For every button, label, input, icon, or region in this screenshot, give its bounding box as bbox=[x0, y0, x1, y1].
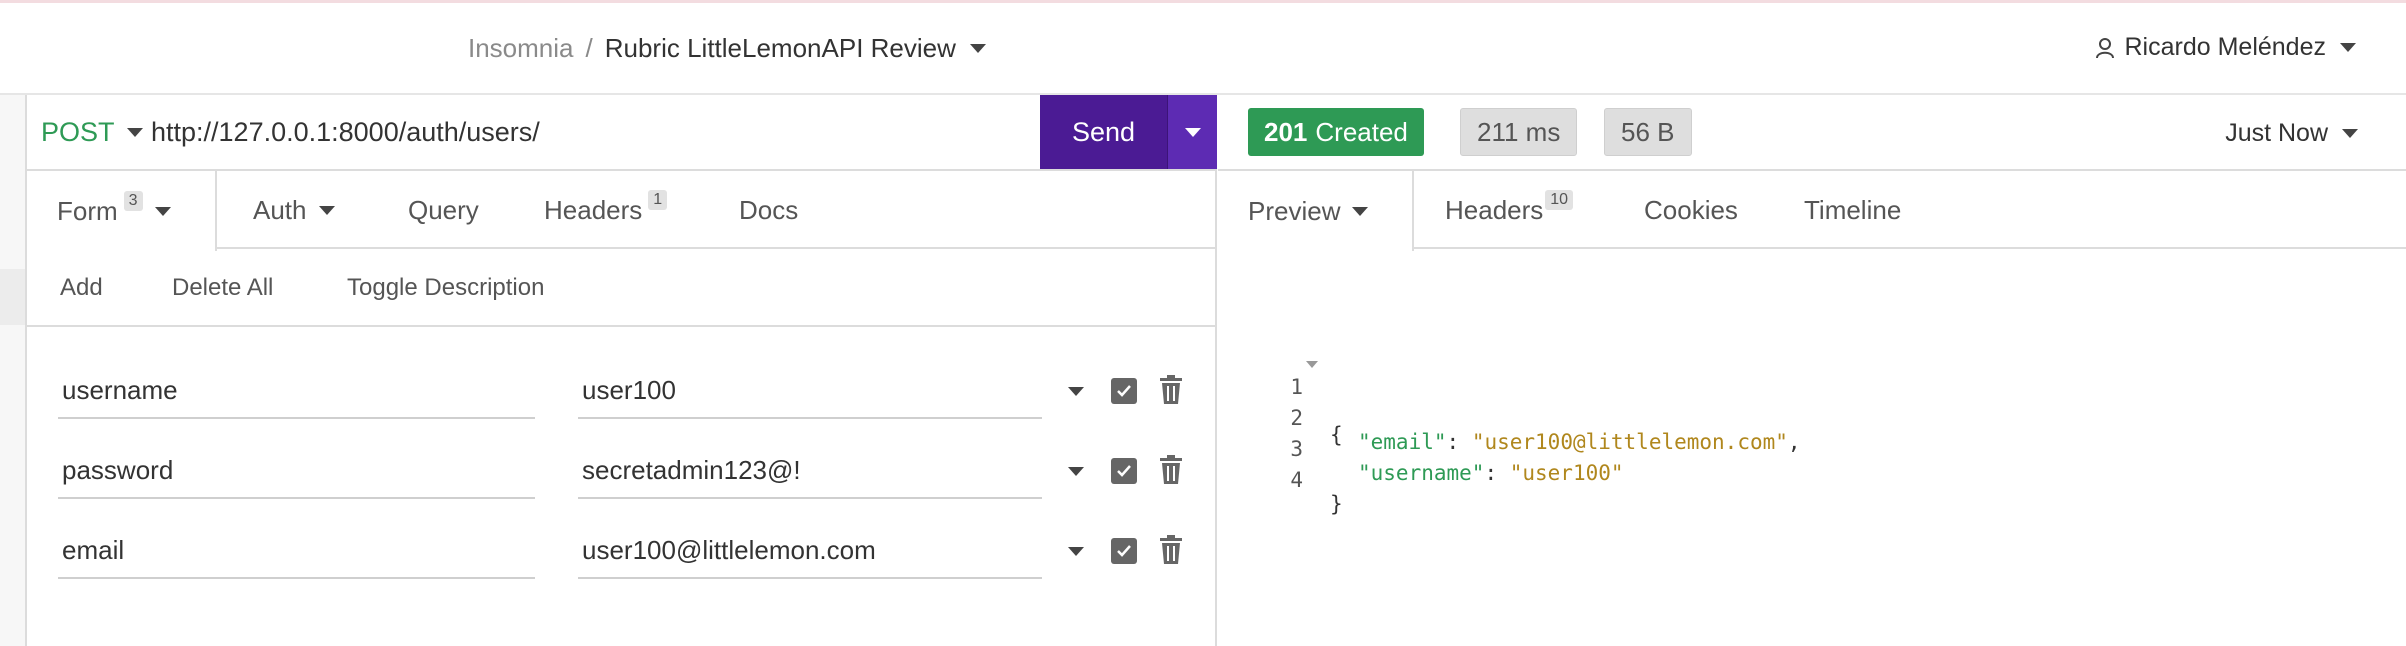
status-badge: 201 Created bbox=[1248, 108, 1424, 156]
workspace-dropdown-icon[interactable] bbox=[969, 44, 986, 53]
url-bar: POST http://127.0.0.1:8000/auth/users/ S… bbox=[27, 95, 1217, 171]
toggle-description-button[interactable]: Toggle Description bbox=[347, 274, 544, 302]
form-row: password secretadmin123@! bbox=[27, 437, 1217, 517]
tab-auth-label: Auth bbox=[253, 194, 307, 225]
chevron-down-icon bbox=[318, 205, 335, 215]
method-label: POST bbox=[41, 117, 115, 147]
code-line: 4 } bbox=[1218, 444, 1342, 516]
user-name: Ricardo Meléndez bbox=[2124, 33, 2327, 61]
response-status-bar: 201 Created 211 ms 56 B Just Now bbox=[1218, 95, 2406, 171]
chevron-down-icon bbox=[2342, 129, 2358, 138]
tab-preview[interactable]: Preview bbox=[1218, 171, 1414, 251]
user-icon bbox=[2095, 37, 2114, 58]
user-dropdown-icon[interactable] bbox=[2340, 43, 2356, 52]
param-type-dropdown-icon[interactable] bbox=[1068, 387, 1084, 396]
param-enabled-checkbox[interactable] bbox=[1111, 458, 1137, 484]
code-line: 2 "email": "user100@littlelemon.com", bbox=[1218, 382, 1800, 454]
check-icon bbox=[1117, 545, 1131, 557]
tab-preview-label: Preview bbox=[1248, 195, 1341, 226]
json-colon: : bbox=[1446, 430, 1472, 454]
delete-param-icon[interactable] bbox=[1159, 455, 1183, 485]
param-value-input[interactable]: secretadmin123@! bbox=[578, 437, 1042, 499]
method-dropdown-icon bbox=[126, 128, 143, 137]
tab-headers-label: Headers bbox=[544, 194, 643, 225]
tab-timeline[interactable]: Timeline bbox=[1804, 171, 1901, 249]
form-row: email user100@littlelemon.com bbox=[27, 517, 1217, 597]
tab-form[interactable]: Form 3 bbox=[27, 171, 217, 251]
param-name-input[interactable]: username bbox=[58, 357, 535, 419]
param-value-input[interactable]: user100@littlelemon.com bbox=[578, 517, 1042, 579]
breadcrumb-app[interactable]: Insomnia bbox=[468, 33, 574, 64]
tab-auth[interactable]: Auth bbox=[253, 171, 335, 249]
json-brace: } bbox=[1330, 492, 1343, 516]
form-actions: Add Delete All Toggle Description bbox=[27, 249, 1217, 327]
chevron-down-icon bbox=[1184, 127, 1201, 137]
request-pane: POST http://127.0.0.1:8000/auth/users/ S… bbox=[27, 95, 1217, 646]
param-value-input[interactable]: user100 bbox=[578, 357, 1042, 419]
user-menu[interactable]: Ricardo Meléndez bbox=[2095, 33, 2356, 62]
tab-response-headers-label: Headers bbox=[1445, 194, 1544, 225]
sidebar-gutter bbox=[0, 95, 27, 646]
url-input[interactable]: http://127.0.0.1:8000/auth/users/ bbox=[151, 117, 540, 148]
tab-headers[interactable]: Headers 1 bbox=[544, 171, 668, 249]
check-icon bbox=[1117, 465, 1131, 477]
delete-param-icon[interactable] bbox=[1159, 535, 1183, 565]
response-pane: 201 Created 211 ms 56 B Just Now Preview… bbox=[1218, 95, 2406, 646]
response-tabs: Preview Headers 10 Cookies Timeline bbox=[1218, 171, 2406, 251]
json-string: "user100@littlelemon.com" bbox=[1471, 430, 1788, 454]
json-brace: { bbox=[1330, 423, 1343, 447]
response-history-dropdown[interactable]: Just Now bbox=[2225, 119, 2358, 148]
add-param-button[interactable]: Add bbox=[60, 274, 103, 302]
param-name-input[interactable]: password bbox=[58, 437, 535, 499]
json-colon: : bbox=[1484, 461, 1510, 485]
form-row: username user100 bbox=[27, 357, 1217, 437]
workspace-name[interactable]: Rubric LittleLemonAPI Review bbox=[605, 33, 956, 64]
status-text: Created bbox=[1315, 116, 1408, 147]
tab-response-headers-badge: 10 bbox=[1545, 190, 1574, 210]
json-comma: , bbox=[1787, 430, 1801, 454]
tab-headers-badge: 1 bbox=[648, 190, 668, 210]
breadcrumb-separator: / bbox=[585, 33, 593, 63]
request-tabs: Form 3 Auth Query Headers 1 Docs bbox=[27, 171, 1217, 251]
tab-cookies-label: Cookies bbox=[1644, 194, 1738, 225]
param-type-dropdown-icon[interactable] bbox=[1068, 467, 1084, 476]
send-button[interactable]: Send bbox=[1040, 95, 1167, 169]
chevron-down-icon bbox=[154, 206, 171, 216]
breadcrumb: Insomnia / Rubric LittleLemonAPI Review bbox=[468, 33, 986, 64]
param-type-dropdown-icon[interactable] bbox=[1068, 547, 1084, 556]
delete-all-button[interactable]: Delete All bbox=[172, 274, 273, 302]
tab-query-label: Query bbox=[408, 194, 479, 225]
chevron-down-icon bbox=[1352, 206, 1369, 216]
param-name-input[interactable]: email bbox=[58, 517, 535, 579]
send-options-button[interactable] bbox=[1167, 95, 1217, 169]
check-icon bbox=[1117, 385, 1131, 397]
json-key: "email" bbox=[1358, 430, 1447, 454]
method-selector[interactable]: POST bbox=[41, 117, 143, 148]
tab-form-badge: 3 bbox=[123, 191, 143, 211]
delete-param-icon[interactable] bbox=[1159, 375, 1183, 405]
tab-docs[interactable]: Docs bbox=[739, 171, 798, 249]
tab-query[interactable]: Query bbox=[408, 171, 479, 249]
param-enabled-checkbox[interactable] bbox=[1111, 378, 1137, 404]
code-line: 1 { bbox=[1218, 351, 1343, 447]
tab-form-label: Form bbox=[57, 195, 118, 226]
json-string: "user100" bbox=[1509, 461, 1624, 485]
code-line: 3 "username": "user100" bbox=[1218, 413, 1623, 485]
tab-docs-label: Docs bbox=[739, 194, 799, 225]
response-history-label: Just Now bbox=[2225, 119, 2328, 147]
top-bar: Insomnia / Rubric LittleLemonAPI Review … bbox=[0, 3, 2406, 95]
tab-timeline-label: Timeline bbox=[1804, 194, 1902, 225]
response-size-badge: 56 B bbox=[1604, 108, 1692, 156]
line-number: 4 bbox=[1290, 468, 1303, 492]
json-key: "username" bbox=[1358, 461, 1485, 485]
fold-toggle-icon[interactable] bbox=[1306, 361, 1318, 368]
status-code: 201 bbox=[1264, 116, 1308, 147]
tab-response-headers[interactable]: Headers 10 bbox=[1445, 171, 1574, 249]
tab-cookies[interactable]: Cookies bbox=[1644, 171, 1738, 249]
sidebar-selected-indicator bbox=[0, 269, 25, 325]
param-enabled-checkbox[interactable] bbox=[1111, 538, 1137, 564]
response-time-badge: 211 ms bbox=[1460, 108, 1578, 156]
